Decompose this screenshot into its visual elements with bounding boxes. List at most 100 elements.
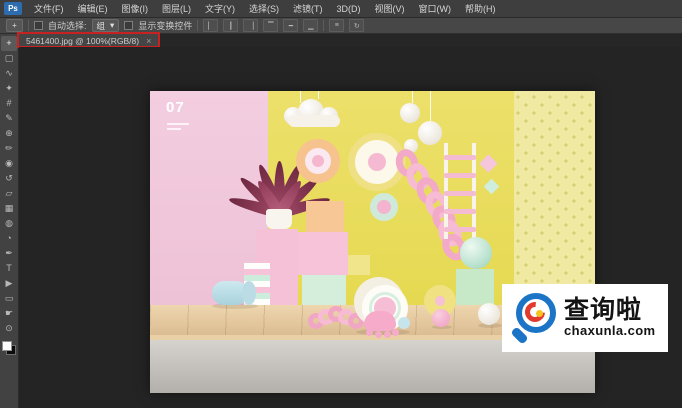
dotted-wall	[514, 91, 595, 305]
blur-tool[interactable]: ◍	[1, 216, 17, 231]
octopus-leg	[366, 329, 373, 336]
dodge-tool[interactable]: ◔	[1, 231, 17, 246]
path-selection-tool[interactable]: ▶	[1, 276, 17, 291]
cylinder-cap	[242, 281, 256, 305]
align-horizontal-centers-icon[interactable]: ┃	[223, 19, 238, 32]
marquee-tool[interactable]: ▢	[1, 51, 17, 66]
menu-bar: Ps 文件(F) 编辑(E) 图像(I) 图层(L) 文字(Y) 选择(S) 滤…	[0, 0, 682, 18]
hanging-string	[300, 91, 301, 103]
hanging-string	[430, 91, 431, 121]
quick-selection-tool[interactable]: ✦	[1, 81, 17, 96]
octopus-leg	[375, 331, 382, 338]
options-separator	[28, 20, 29, 31]
workspace: + ▢ ∿ ✦ # ✎ ⊕ ✏ ◉ ↺ ▱ ▦ ◍ ◔ ✒ T ▶ ▭ ☛ ⊙	[0, 34, 682, 408]
yellow-box	[348, 255, 370, 275]
move-tool[interactable]: +	[1, 36, 17, 51]
ladder-rung	[444, 209, 476, 214]
magnifier-logo-icon	[508, 290, 558, 346]
foreground-color-swatch[interactable]	[2, 341, 12, 351]
healing-brush-tool[interactable]: ⊕	[1, 126, 17, 141]
history-brush-tool[interactable]: ↺	[1, 171, 17, 186]
caption-line	[167, 128, 181, 130]
menu-type[interactable]: 文字(Y)	[198, 1, 242, 17]
octopus-leg	[384, 331, 391, 338]
menu-layer[interactable]: 图层(L)	[155, 1, 198, 17]
hanging-ball	[400, 103, 420, 123]
pink-ball	[432, 309, 450, 327]
orange-box	[306, 201, 344, 232]
document-tab-title: 5461400.jpg @ 100%(RGB/8)	[26, 36, 139, 46]
menu-view[interactable]: 视图(V)	[368, 1, 412, 17]
type-tool[interactable]: T	[1, 261, 17, 276]
ladder-rung	[444, 173, 476, 178]
menu-edit[interactable]: 编辑(E)	[71, 1, 115, 17]
logo-yellow-dot	[536, 310, 543, 317]
auto-select-label: 自动选择:	[48, 19, 87, 32]
green-box	[456, 269, 494, 305]
hanging-string	[412, 91, 413, 103]
auto-select-target-dropdown[interactable]: 组 ▾	[92, 19, 120, 32]
show-transform-label: 显示变换控件	[138, 19, 192, 32]
show-transform-checkbox[interactable]	[124, 21, 133, 30]
document-tab-bar: 5461400.jpg @ 100%(RGB/8) ×	[19, 34, 682, 47]
gradient-tool[interactable]: ▦	[1, 201, 17, 216]
watermark-text: 查询啦 chaxunla.com	[564, 297, 656, 338]
tab-close-icon[interactable]: ×	[146, 36, 151, 46]
options-separator	[323, 20, 324, 31]
octopus-toy	[364, 311, 396, 331]
crop-tool[interactable]: #	[1, 96, 17, 111]
align-bottom-edges-icon[interactable]: ▁	[303, 19, 318, 32]
options-separator	[197, 20, 198, 31]
octopus-leg	[392, 329, 399, 336]
eraser-tool[interactable]: ▱	[1, 186, 17, 201]
align-top-edges-icon[interactable]: ▔	[263, 19, 278, 32]
menu-select[interactable]: 选择(S)	[242, 1, 286, 17]
photoshop-window: Ps 文件(F) 编辑(E) 图像(I) 图层(L) 文字(Y) 选择(S) 滤…	[0, 0, 682, 408]
clone-stamp-tool[interactable]: ◉	[1, 156, 17, 171]
menu-image[interactable]: 图像(I)	[115, 1, 156, 17]
menu-3d[interactable]: 3D(D)	[330, 1, 368, 17]
small-blue-ball	[398, 317, 410, 329]
mint-sphere	[460, 237, 492, 269]
cloud-base	[288, 115, 340, 127]
canvas-area: 07	[19, 47, 682, 408]
eyedropper-tool[interactable]: ✎	[1, 111, 17, 126]
tools-panel: + ▢ ∿ ✦ # ✎ ⊕ ✏ ◉ ↺ ▱ ▦ ◍ ◔ ✒ T ▶ ▭ ☛ ⊙	[0, 34, 19, 408]
options-bar: + 自动选择: 组 ▾ 显示变换控件 ▏ ┃ ▕ ▔ ━ ▁ ≡ ↻	[0, 18, 682, 34]
circle-center	[312, 155, 324, 167]
mint-box	[302, 275, 346, 305]
3d-mode-icon[interactable]: ↻	[349, 19, 364, 32]
orange-wall-circle	[296, 139, 340, 183]
auto-select-checkbox[interactable]	[34, 21, 43, 30]
document-tab[interactable]: 5461400.jpg @ 100%(RGB/8) ×	[19, 34, 159, 47]
align-left-edges-icon[interactable]: ▏	[203, 19, 218, 32]
menu-file[interactable]: 文件(F)	[27, 1, 71, 17]
ladder-rung	[444, 191, 476, 196]
shape-tool[interactable]: ▭	[1, 291, 17, 306]
menu-filter[interactable]: 滤镜(T)	[286, 1, 330, 17]
menu-window[interactable]: 窗口(W)	[412, 1, 459, 17]
hand-tool[interactable]: ☛	[1, 306, 17, 321]
ladder-rung	[444, 227, 476, 232]
ladder-rung	[444, 155, 476, 160]
caption-line	[167, 123, 189, 125]
brush-tool[interactable]: ✏	[1, 141, 17, 156]
pink-box	[298, 232, 348, 275]
watermark: 查询啦 chaxunla.com	[502, 284, 668, 352]
distribute-icon[interactable]: ≡	[329, 19, 344, 32]
lasso-tool[interactable]: ∿	[1, 66, 17, 81]
mint-target-circle	[370, 193, 398, 221]
circle-center	[368, 153, 386, 171]
hanging-ball	[418, 121, 442, 145]
align-vertical-centers-icon[interactable]: ━	[283, 19, 298, 32]
move-tool-options-icon: +	[6, 19, 23, 32]
white-ball	[478, 303, 500, 325]
align-right-edges-icon[interactable]: ▕	[243, 19, 258, 32]
color-swatches[interactable]	[2, 341, 16, 355]
artwork-number: 07	[166, 99, 185, 116]
chevron-down-icon: ▾	[110, 20, 114, 31]
pen-tool[interactable]: ✒	[1, 246, 17, 261]
watermark-brand: 查询啦	[564, 297, 656, 324]
zoom-tool[interactable]: ⊙	[1, 321, 17, 336]
menu-help[interactable]: 帮助(H)	[458, 1, 503, 17]
